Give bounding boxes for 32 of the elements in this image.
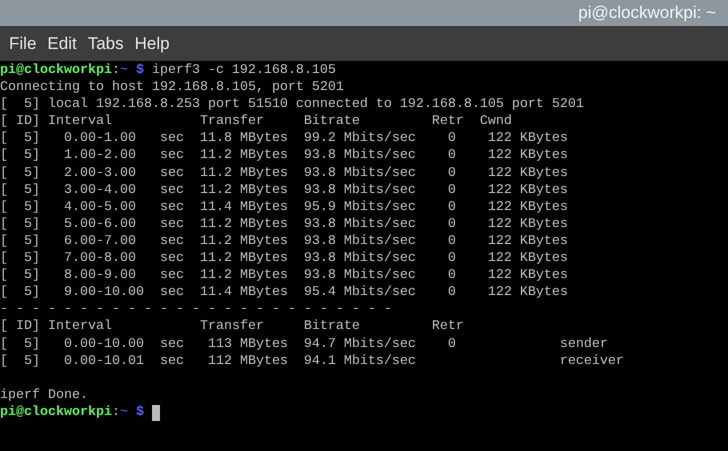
menu-item[interactable]: Help	[128, 34, 175, 54]
output-line: [ 5] local 192.168.8.253 port 51510 connected to 192.168.8.105 port 5201	[0, 96, 584, 114]
output-line: [ 5] 0.00-1.00 sec 11.8 MBytes 99.2 Mbits/sec 0 122 KBytes	[0, 130, 568, 148]
command-text: iperf3 -c 192.168.8.105	[152, 62, 336, 80]
output-line: [ 5] 0.00-10.00 sec 113 MBytes 94.7 Mbits/sec 0 sender	[0, 336, 608, 353]
prompt-separator: :	[112, 404, 120, 421]
prompt-symbol: $	[136, 404, 144, 421]
output-line: [ 5] 9.00-10.00 sec 11.4 MBytes 95.4 Mbits/sec 0 122 KBytes	[0, 284, 568, 302]
prompt-user: pi@clockworkpi	[0, 404, 112, 421]
prompt-user: pi@clockworkpi	[0, 62, 112, 80]
prompt-path: ~	[120, 62, 128, 80]
prompt-symbol: $	[136, 62, 144, 80]
prompt-path: ~	[120, 404, 128, 421]
output-line: iperf Done.	[0, 386, 88, 404]
output-line: [ 5] 4.00-5.00 sec 11.4 MBytes 95.9 Mbits/sec 0 122 KBytes	[0, 198, 568, 216]
output-line: [ ID] Interval Transfer Bitrate Retr Cwnd	[0, 113, 512, 130]
output-line: - - - - - - - - - - - - - - - - - - - - - - - - -	[0, 301, 392, 318]
output-line: [ 5] 2.00-3.00 sec 11.2 MBytes 93.8 Mbits/sec 0 122 KBytes	[0, 164, 568, 182]
output-line: Connecting to host 192.168.8.105, port 5201	[0, 79, 344, 96]
output-line: [ 5] 0.00-10.01 sec 112 MBytes 94.1 Mbits/sec receiver	[0, 352, 624, 370]
menu-item[interactable]: File	[3, 34, 42, 54]
output-line: [ 5] 6.00-7.00 sec 11.2 MBytes 93.8 Mbits/sec 0 122 KBytes	[0, 232, 568, 250]
output-line: [ 5] 3.00-4.00 sec 11.2 MBytes 93.8 Mbits/sec 0 122 KBytes	[0, 182, 568, 199]
output-line: [ 5] 1.00-2.00 sec 11.2 MBytes 93.8 Mbits/sec 0 122 KBytes	[0, 147, 568, 165]
output-line: [ 5] 5.00-6.00 sec 11.2 MBytes 93.8 Mbits/sec 0 122 KBytes	[0, 216, 568, 233]
menu-item[interactable]: Edit	[41, 34, 82, 54]
output-line: [ 5] 8.00-9.00 sec 11.2 MBytes 93.8 Mbits/sec 0 122 KBytes	[0, 267, 568, 284]
menu-item[interactable]: Tabs	[82, 34, 129, 54]
output-line: [ ID] Interval Transfer Bitrate Retr	[0, 318, 464, 336]
prompt-separator: :	[112, 62, 120, 80]
window-title: pi@clockworkpi: ~	[578, 3, 716, 23]
output-line: [ 5] 7.00-8.00 sec 11.2 MBytes 93.8 Mbits/sec 0 122 KBytes	[0, 250, 568, 268]
